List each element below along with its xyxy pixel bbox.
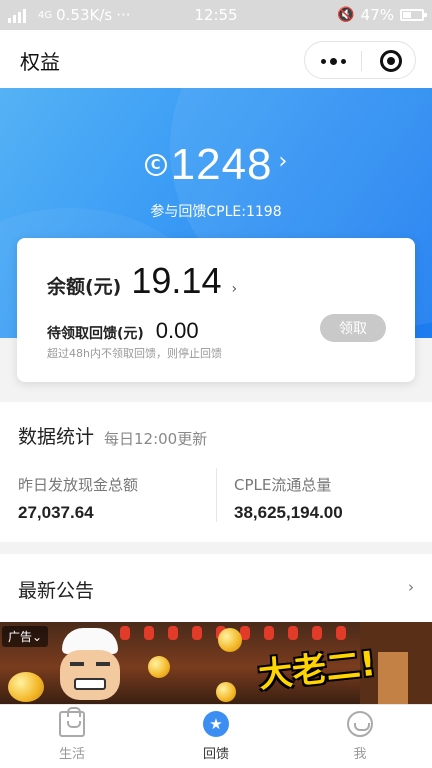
battery-percent: 47% <box>360 6 394 24</box>
mini-program-capsule <box>304 41 416 79</box>
chef-character-image <box>50 628 130 704</box>
tab-bar: 生活 ★ 回馈 我 <box>0 704 432 768</box>
tab-life[interactable]: 生活 <box>32 707 112 762</box>
tab-label: 我 <box>353 747 367 762</box>
page-title: 权益 <box>20 50 60 74</box>
gold-coin-icon <box>148 656 170 678</box>
stats-title: 数据统计 <box>18 426 95 448</box>
star-icon: ★ <box>203 711 229 737</box>
points-subtitle: 参与回馈CPLE:1198 <box>150 204 282 220</box>
tab-me[interactable]: 我 <box>320 711 400 762</box>
nav-bar: 权益 <box>0 30 432 88</box>
announcements-title: 最新公告 <box>18 580 95 602</box>
profile-icon <box>347 711 373 737</box>
gold-coin-icon <box>8 672 44 702</box>
stats-divider <box>216 468 217 522</box>
balance-label: 余额(元) <box>47 276 122 298</box>
chevron-right-icon: › <box>408 578 414 596</box>
tab-label: 回馈 <box>202 747 229 762</box>
balance-card: 余额(元) 19.14 › 待领取回馈(元) 0.00 超过48h内不领取回馈，… <box>17 238 415 382</box>
points-link[interactable]: C 1248 › <box>0 140 432 190</box>
capsule-divider <box>361 51 362 71</box>
door-decoration <box>378 652 408 704</box>
claim-button[interactable]: 领取 <box>320 314 386 342</box>
gold-coin-icon <box>218 628 242 652</box>
balance-link[interactable]: 余额(元) 19.14 › <box>47 260 237 302</box>
more-button[interactable] <box>305 42 361 80</box>
stat-value: 27,037.64 <box>18 503 94 522</box>
mute-icon: 🔇 <box>337 7 355 23</box>
close-mini-program-button[interactable] <box>380 50 402 72</box>
pending-note: 超过48h内不领取回馈，则停止回馈 <box>47 347 222 360</box>
stat-label: 昨日发放现金总额 <box>18 476 139 494</box>
ad-banner[interactable]: 大老二! 广告⌄ <box>0 622 432 704</box>
tab-rewards[interactable]: ★ 回馈 <box>176 711 256 762</box>
pending-value: 0.00 <box>155 318 199 343</box>
ad-tag[interactable]: 广告⌄ <box>2 626 49 647</box>
coin-icon: C <box>144 154 167 176</box>
stats-update-note: 每日12:00更新 <box>104 430 208 448</box>
chevron-right-icon: › <box>278 148 288 174</box>
stat-cple-supply: CPLE流通总量 38,625,194.00 <box>234 474 343 523</box>
chevron-right-icon: › <box>231 281 238 297</box>
stat-value: 38,625,194.00 <box>234 503 343 522</box>
points-value: 1248 <box>170 140 273 189</box>
announcements-row[interactable]: 最新公告 › <box>0 554 432 622</box>
pending-row: 待领取回馈(元) 0.00 <box>47 318 199 344</box>
stats-section: 数据统计 每日12:00更新 昨日发放现金总额 27,037.64 CPLE流通… <box>0 402 432 542</box>
bag-icon <box>59 707 85 737</box>
status-bar: 4G 0.53K/s ··· 12:55 🔇 47% <box>0 0 432 30</box>
balance-value: 19.14 <box>131 260 222 301</box>
stat-label: CPLE流通总量 <box>234 476 332 494</box>
stat-cash-total: 昨日发放现金总额 27,037.64 <box>18 474 138 523</box>
pending-label: 待领取回馈(元) <box>47 326 144 342</box>
tab-label: 生活 <box>58 747 85 762</box>
battery-icon <box>400 9 427 21</box>
gold-coin-icon <box>216 682 236 702</box>
